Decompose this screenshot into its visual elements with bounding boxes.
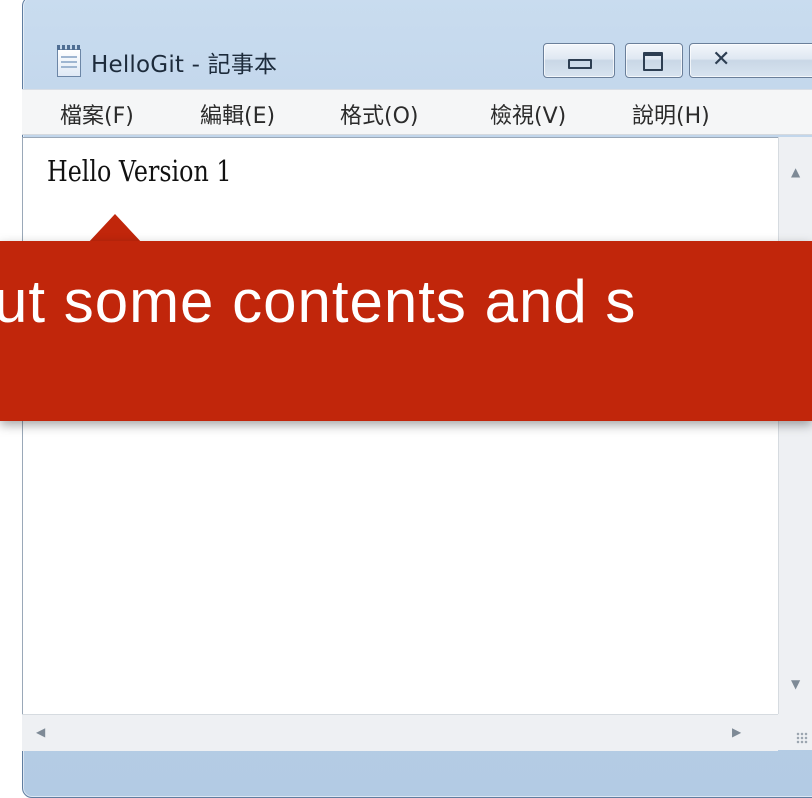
scroll-left-icon[interactable]: ◀: [36, 725, 45, 739]
editor-content[interactable]: Hello Version 1: [47, 154, 231, 188]
menu-help[interactable]: 說明(H): [632, 98, 710, 130]
callout-text: ut some contents and s: [0, 268, 637, 335]
maximize-button[interactable]: [625, 43, 683, 78]
menu-file[interactable]: 檔案(F): [60, 98, 134, 130]
horizontal-scrollbar[interactable]: ◀ ▶: [22, 714, 778, 751]
minimize-button[interactable]: [543, 43, 615, 78]
maximize-icon: [643, 52, 663, 71]
menu-bar: 檔案(F) 編輯(E) 格式(O) 檢視(V) 說明(H): [22, 89, 812, 135]
scroll-down-icon[interactable]: ▼: [791, 677, 800, 691]
close-icon: ✕: [712, 47, 731, 72]
resize-grip[interactable]: [778, 714, 812, 750]
scroll-up-icon[interactable]: ▲: [791, 165, 800, 179]
notepad-icon: [57, 45, 81, 77]
title-bar[interactable]: HelloGit - 記事本 ✕: [23, 0, 812, 83]
minimize-icon: [568, 59, 592, 69]
scroll-right-icon[interactable]: ▶: [732, 725, 741, 739]
menu-format[interactable]: 格式(O): [340, 98, 418, 130]
callout-banner: ut some contents and s: [0, 241, 812, 421]
resize-grip-icon: [796, 732, 808, 744]
menu-view[interactable]: 檢視(V): [490, 98, 566, 130]
window-title: HelloGit - 記事本: [91, 52, 278, 78]
close-button[interactable]: ✕: [689, 43, 812, 78]
menu-edit[interactable]: 編輯(E): [200, 98, 275, 130]
vertical-scrollbar[interactable]: ▲ ▼: [778, 137, 812, 715]
callout-pointer: [87, 214, 143, 244]
